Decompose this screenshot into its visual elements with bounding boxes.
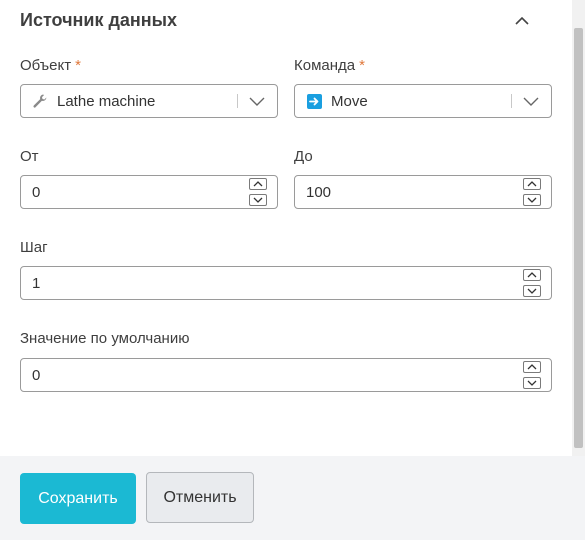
from-value: 0 xyxy=(32,183,41,201)
required-mark: * xyxy=(75,57,81,74)
required-mark: * xyxy=(359,57,365,74)
increment-button[interactable] xyxy=(523,361,541,373)
to-label: До xyxy=(294,148,313,165)
select-divider xyxy=(511,94,512,108)
data-source-panel: Источник данных Объект * Lathe machine Ко… xyxy=(0,0,572,456)
step-stepper xyxy=(523,269,543,297)
scrollbar-thumb[interactable] xyxy=(574,28,583,448)
from-input[interactable]: 0 xyxy=(20,175,278,209)
to-input[interactable]: 100 xyxy=(294,175,552,209)
default-value-input[interactable]: 0 xyxy=(20,358,552,392)
decrement-button[interactable] xyxy=(523,194,541,206)
to-value: 100 xyxy=(306,183,332,201)
chevron-up-icon xyxy=(527,272,537,278)
decrement-button[interactable] xyxy=(523,285,541,297)
command-label: Команда * xyxy=(294,57,365,74)
step-label: Шаг xyxy=(20,239,48,256)
decrement-button[interactable] xyxy=(249,194,267,206)
from-label: От xyxy=(20,148,39,165)
collapse-button[interactable] xyxy=(510,10,534,32)
chevron-up-icon xyxy=(253,181,263,187)
chevron-down-icon[interactable] xyxy=(248,92,266,110)
save-button[interactable]: Сохранить xyxy=(20,473,136,524)
command-label-text: Команда xyxy=(294,57,356,74)
chevron-up-icon xyxy=(527,181,537,187)
section-title: Источник данных xyxy=(20,10,178,30)
chevron-up-icon xyxy=(527,364,537,370)
object-select[interactable]: Lathe machine xyxy=(20,84,278,118)
default-value-stepper xyxy=(523,361,543,389)
from-stepper xyxy=(249,178,269,206)
object-value: Lathe machine xyxy=(57,92,156,110)
step-input[interactable]: 1 xyxy=(20,266,552,300)
command-select[interactable]: Move xyxy=(294,84,552,118)
default-value-label: Значение по умолчанию xyxy=(20,330,190,347)
object-label: Объект * xyxy=(20,57,81,74)
select-divider xyxy=(237,94,238,108)
arrow-right-icon xyxy=(306,93,322,109)
increment-button[interactable] xyxy=(249,178,267,190)
object-label-text: Объект xyxy=(20,57,72,74)
chevron-down-icon xyxy=(253,197,263,203)
chevron-up-icon xyxy=(515,17,529,25)
command-value: Move xyxy=(331,92,368,110)
to-stepper xyxy=(523,178,543,206)
cancel-button[interactable]: Отменить xyxy=(146,472,254,523)
default-value: 0 xyxy=(32,366,41,384)
chevron-down-icon xyxy=(527,380,537,386)
increment-button[interactable] xyxy=(523,178,541,190)
decrement-button[interactable] xyxy=(523,377,541,389)
chevron-down-icon xyxy=(527,288,537,294)
increment-button[interactable] xyxy=(523,269,541,281)
wrench-icon xyxy=(32,93,48,109)
chevron-down-icon xyxy=(527,197,537,203)
step-value: 1 xyxy=(32,274,41,292)
chevron-down-icon[interactable] xyxy=(522,92,540,110)
